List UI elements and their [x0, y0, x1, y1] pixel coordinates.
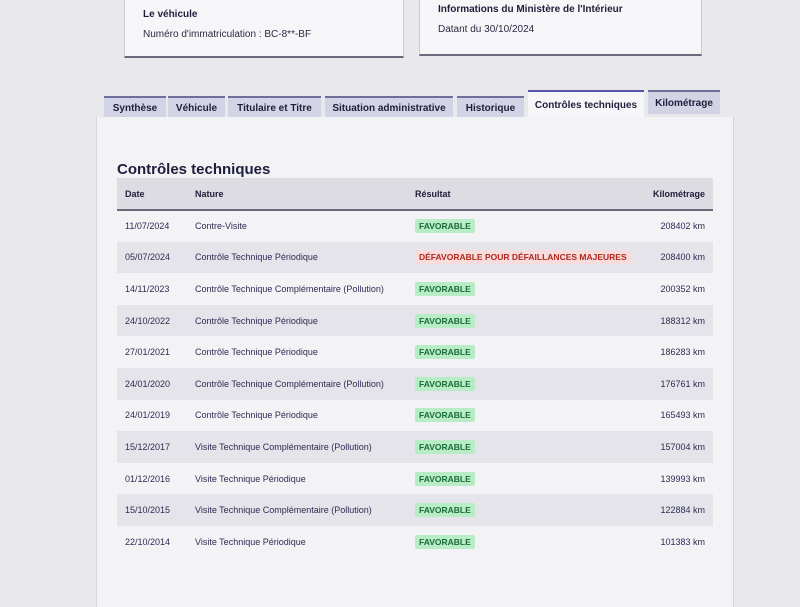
tab-label: Synthèse [112, 102, 158, 114]
tab-label: Titulaire et Titre [237, 102, 312, 114]
row-nature: Contrôle Technique Périodique [195, 252, 318, 263]
row-result-cell: FAVORABLE [407, 463, 643, 495]
row-result-cell: FAVORABLE [407, 273, 643, 305]
row-date: 27/01/2021 [125, 347, 171, 358]
row-date: 24/01/2019 [125, 410, 171, 421]
row-km: 208402 km [660, 221, 705, 232]
table-row: 05/07/2024 Contrôle Technique Périodique D… [117, 241, 713, 274]
row-km: 200352 km [660, 283, 705, 294]
vehicle-card-title: Le véhicule [143, 9, 198, 20]
col-result: Résultat [407, 178, 643, 211]
inspections-table: Date Nature Résultat Kilométrage 11/07/2… [117, 178, 713, 558]
row-result-cell: FAVORABLE [407, 210, 643, 242]
tab-titulaire[interactable]: Titulaire et Titre [228, 96, 321, 118]
table-row: 14/11/2023 Contrôle Technique Complémenta… [117, 273, 713, 305]
tab-label: Contrôles techniques [534, 99, 638, 111]
table-row: 15/10/2015 Visite Technique Complémentair… [117, 494, 713, 526]
plate-number: Numéro d'immatriculation : BC-8**-BF [143, 29, 312, 40]
table-row: 27/01/2021 Contrôle Technique Périodique F… [117, 336, 713, 368]
row-date: 11/07/2024 [125, 221, 170, 232]
table-header-row: Date Nature Résultat Kilométrage [117, 178, 713, 211]
table-row: 11/07/2024 Contre-Visite FAVORABLE 208402 k… [117, 210, 713, 242]
vehicle-card: Le véhicule Numéro d'immatriculation : B… [124, 0, 404, 58]
table-row: 15/12/2017 Visite Technique Complémentair… [117, 431, 713, 463]
ministry-card: Informations du Ministère de l'Intérieur… [419, 0, 702, 56]
tab-historique[interactable]: Historique [457, 96, 524, 118]
row-km: 101383 km [660, 536, 705, 547]
col-date: Date [117, 178, 187, 211]
row-nature: Contrôle Technique Périodique [195, 410, 318, 421]
row-result-cell: DÉFAVORABLE POUR DÉFAILLANCES MAJEURES [407, 242, 643, 274]
row-nature: Visite Technique Complémentaire (Polluti… [195, 441, 372, 452]
col-km: Kilométrage [643, 178, 713, 211]
row-date: 22/10/2014 [125, 536, 171, 547]
row-km: 165493 km [660, 410, 705, 421]
row-date: 24/01/2020 [125, 378, 171, 389]
row-result-cell: FAVORABLE [407, 368, 643, 400]
result-badge: FAVORABLE [415, 313, 475, 328]
tab-panel: Contrôles techniques Date Nature Résulta… [96, 117, 734, 607]
section-title: Contrôles techniques [117, 161, 271, 178]
row-result-cell: FAVORABLE [407, 400, 643, 432]
tab-synthese[interactable]: Synthèse [104, 96, 166, 118]
table-row: 22/10/2014 Visite Technique Périodique FAV… [117, 525, 713, 558]
tab-label: Véhicule [175, 102, 218, 114]
result-badge: FAVORABLE [415, 503, 475, 518]
result-badge: FAVORABLE [415, 219, 475, 234]
table-row: 24/01/2020 Contrôle Technique Complémenta… [117, 367, 713, 400]
row-nature: Contrôle Technique Complémentaire (Pollu… [195, 283, 384, 294]
table-row: 24/01/2019 Contrôle Technique Périodique F… [117, 399, 713, 432]
row-date: 24/10/2022 [125, 315, 171, 326]
row-km: 122884 km [660, 505, 705, 516]
row-km: 186283 km [660, 347, 705, 358]
tab-bar: Synthèse Véhicule Titulaire et Titre Sit… [104, 90, 724, 118]
result-badge: FAVORABLE [415, 408, 475, 423]
row-date: 05/07/2024 [125, 252, 171, 263]
row-nature: Contrôle Technique Périodique [195, 347, 318, 358]
row-km: 176761 km [660, 378, 705, 389]
result-badge: FAVORABLE [415, 345, 475, 360]
row-nature: Visite Technique Périodique [195, 536, 306, 547]
col-nature: Nature [187, 178, 407, 211]
row-nature: Contre-Visite [195, 221, 247, 232]
result-badge: FAVORABLE [415, 534, 475, 549]
tab-kilometrage[interactable]: Kilométrage [648, 90, 720, 114]
result-badge: FAVORABLE [415, 376, 475, 391]
row-result-cell: FAVORABLE [407, 494, 643, 526]
row-result-cell: FAVORABLE [407, 526, 643, 558]
tab-label: Kilométrage [655, 97, 713, 109]
ministry-card-title: Informations du Ministère de l'Intérieur [438, 4, 623, 15]
row-nature: Contrôle Technique Complémentaire (Pollu… [195, 378, 384, 389]
tab-situation-administrative[interactable]: Situation administrative [325, 96, 453, 118]
row-km: 208400 km [660, 252, 705, 263]
result-badge: DÉFAVORABLE POUR DÉFAILLANCES MAJEURES [415, 250, 631, 265]
table-row: 24/10/2022 Contrôle Technique Périodique F… [117, 304, 713, 337]
result-badge: FAVORABLE [415, 471, 475, 486]
row-result-cell: FAVORABLE [407, 336, 643, 368]
tab-label: Situation administrative [332, 102, 446, 114]
row-result-cell: FAVORABLE [407, 431, 643, 463]
row-date: 15/12/2017 [125, 441, 171, 452]
row-date: 01/12/2016 [125, 473, 171, 484]
result-badge: FAVORABLE [415, 281, 475, 296]
tab-controles-techniques[interactable]: Contrôles techniques [528, 90, 644, 118]
row-km: 157004 km [660, 441, 705, 452]
table-row: 01/12/2016 Visite Technique Périodique FAV… [117, 462, 713, 495]
row-nature: Visite Technique Complémentaire (Polluti… [195, 505, 372, 516]
row-nature: Visite Technique Périodique [195, 473, 306, 484]
row-km: 139993 km [660, 473, 705, 484]
tab-label: Historique [465, 102, 516, 114]
row-date: 15/10/2015 [125, 505, 171, 516]
result-badge: FAVORABLE [415, 439, 475, 454]
tab-vehicule[interactable]: Véhicule [168, 96, 225, 118]
row-date: 14/11/2023 [125, 283, 170, 294]
row-nature: Contrôle Technique Périodique [195, 315, 318, 326]
row-result-cell: FAVORABLE [407, 305, 643, 337]
row-km: 188312 km [660, 315, 705, 326]
ministry-date: Datant du 30/10/2024 [438, 24, 535, 35]
